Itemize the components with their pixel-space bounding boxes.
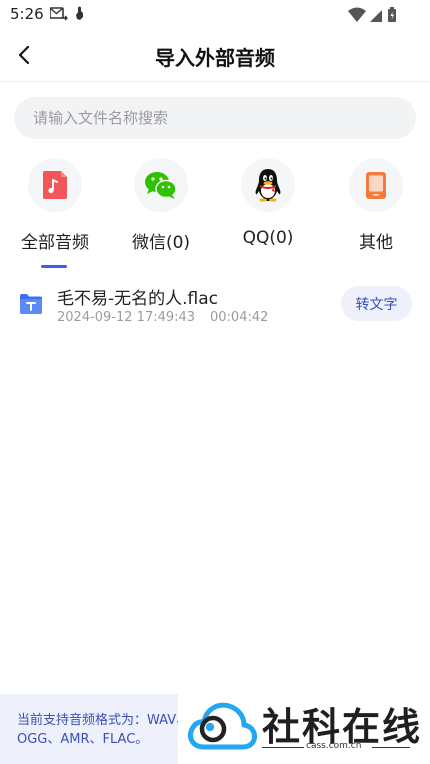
- wifi-icon: [348, 7, 366, 22]
- mail-forward-icon: [49, 6, 83, 21]
- list-item[interactable]: 毛不易-无名的人.flac 2024-09-12 17:49:43 00:04:…: [0, 282, 430, 334]
- tab-qq[interactable]: QQ(0): [213, 156, 323, 268]
- watermark-divider: [262, 747, 304, 748]
- tab-other[interactable]: 其他: [321, 156, 430, 268]
- tab-icon-circle: [349, 158, 403, 212]
- search-input[interactable]: [14, 97, 416, 139]
- watermark-url: cass.com.cn: [306, 741, 362, 751]
- status-bar: 5:26: [0, 0, 430, 30]
- page-title: 导入外部音频: [155, 46, 275, 70]
- tab-label-wechat: 微信(0): [131, 233, 191, 253]
- convert-to-text-button[interactable]: 转文字: [341, 286, 412, 321]
- tab-icon-circle: [28, 158, 82, 212]
- tab-icon-circle: [241, 158, 295, 212]
- file-date: 2024-09-12 17:49:43: [57, 310, 196, 325]
- nav-bar: 导入外部音频: [0, 30, 430, 82]
- cloud-logo-icon: [188, 702, 257, 750]
- tab-icon-circle: [134, 158, 188, 212]
- system-icons: [348, 6, 400, 28]
- qq-penguin-icon: [255, 169, 281, 202]
- watermark: 社科在线 cass.com.cn: [178, 690, 430, 764]
- selected-tab-indicator: [41, 265, 67, 268]
- audio-file-icon: [20, 294, 42, 314]
- music-file-icon: [43, 171, 67, 199]
- file-name: 毛不易-无名的人.flac: [57, 289, 219, 309]
- cellular-signal-icon: [370, 10, 382, 22]
- tab-label-all-audio: 全部音频: [21, 233, 89, 253]
- tab-label-other: 其他: [359, 233, 393, 253]
- phone-icon: [366, 172, 386, 199]
- tab-all-audio[interactable]: 全部音频: [0, 156, 110, 268]
- battery-charging-icon: [388, 7, 396, 22]
- notification-icons: [49, 5, 90, 27]
- watermark-divider: [372, 747, 410, 748]
- status-time: 5:26: [10, 5, 44, 23]
- file-duration: 00:04:42: [210, 310, 269, 325]
- wechat-icon: [145, 172, 177, 199]
- tab-label-qq: QQ(0): [242, 228, 294, 248]
- tab-wechat[interactable]: 微信(0): [106, 156, 216, 268]
